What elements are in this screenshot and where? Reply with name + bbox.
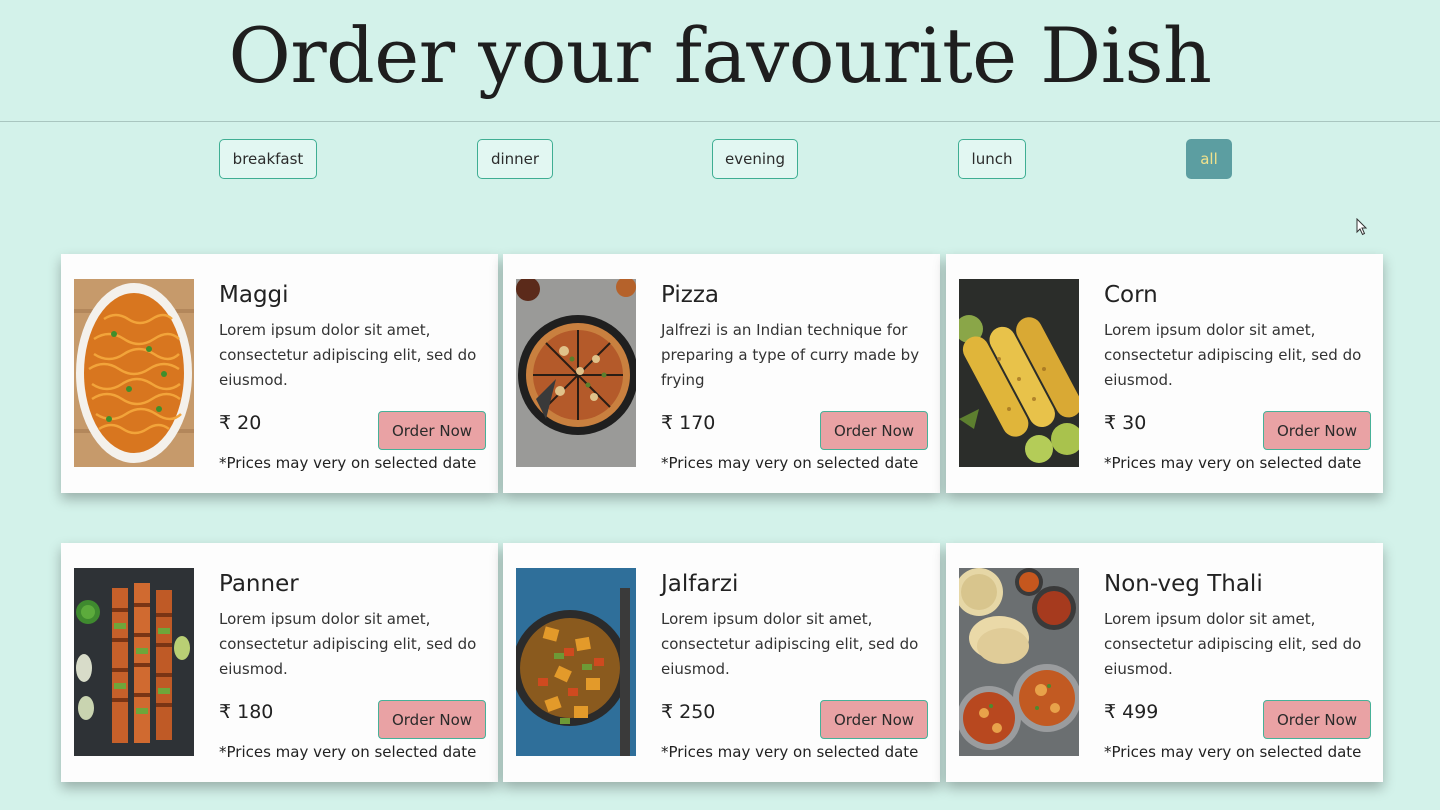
filter-lunch-button[interactable]: lunch (958, 139, 1026, 179)
dish-card-panner: Panner Lorem ipsum dolor sit amet, conse… (61, 543, 498, 782)
dish-card-corn: Corn Lorem ipsum dolor sit amet, consect… (946, 254, 1383, 493)
pizza-photo (516, 279, 636, 467)
dish-description: Lorem ipsum dolor sit amet, consectetur … (1104, 321, 1362, 389)
dish-price: ₹ 30 (1104, 412, 1147, 434)
dish-price: ₹ 180 (219, 701, 274, 723)
filter-breakfast-button[interactable]: breakfast (219, 139, 317, 179)
dish-description: Lorem ipsum dolor sit amet, consectetur … (661, 610, 919, 678)
dish-card-jalfarzi: Jalfarzi Lorem ipsum dolor sit amet, con… (503, 543, 940, 782)
dish-description: Lorem ipsum dolor sit amet, consectetur … (219, 321, 477, 389)
mouse-cursor-icon (1356, 218, 1368, 236)
order-now-button[interactable]: Order Now (378, 700, 486, 739)
dish-name: Corn (1104, 282, 1158, 308)
dish-price: ₹ 20 (219, 412, 262, 434)
dish-price: ₹ 250 (661, 701, 716, 723)
thali-photo (959, 568, 1079, 756)
dish-name: Panner (219, 571, 299, 597)
dish-name: Maggi (219, 282, 289, 308)
dish-card-pizza: Pizza Jalfrezi is an Indian technique fo… (503, 254, 940, 493)
order-now-button[interactable]: Order Now (378, 411, 486, 450)
order-now-button[interactable]: Order Now (820, 411, 928, 450)
price-note: *Prices may very on selected date (1104, 454, 1362, 472)
dish-price: ₹ 499 (1104, 701, 1159, 723)
dish-name: Non-veg Thali (1104, 571, 1263, 597)
order-now-button[interactable]: Order Now (1263, 700, 1371, 739)
dish-card-thali: Non-veg Thali Lorem ipsum dolor sit amet… (946, 543, 1383, 782)
dish-description: Jalfrezi is an Indian technique for prep… (661, 321, 920, 389)
dish-card-maggi: Maggi Lorem ipsum dolor sit amet, consec… (61, 254, 498, 493)
order-now-button[interactable]: Order Now (820, 700, 928, 739)
filter-dinner-button[interactable]: dinner (477, 139, 553, 179)
order-now-button[interactable]: Order Now (1263, 411, 1371, 450)
jalfarzi-photo (516, 568, 636, 756)
page-title: Order your favourite Dish (228, 11, 1212, 100)
page-header: Order your favourite Dish (0, 0, 1440, 122)
filter-all-button[interactable]: all (1186, 139, 1232, 179)
dish-name: Jalfarzi (661, 571, 739, 597)
maggi-photo (74, 279, 194, 467)
dish-description: Lorem ipsum dolor sit amet, consectetur … (1104, 610, 1362, 678)
price-note: *Prices may very on selected date (219, 743, 477, 761)
dish-description: Lorem ipsum dolor sit amet, consectetur … (219, 610, 477, 678)
corn-photo (959, 279, 1079, 467)
price-note: *Prices may very on selected date (661, 454, 919, 472)
panner-photo (74, 568, 194, 756)
price-note: *Prices may very on selected date (661, 743, 919, 761)
price-note: *Prices may very on selected date (1104, 743, 1362, 761)
price-note: *Prices may very on selected date (219, 454, 477, 472)
dish-price: ₹ 170 (661, 412, 716, 434)
dish-name: Pizza (661, 282, 719, 308)
filter-evening-button[interactable]: evening (712, 139, 798, 179)
